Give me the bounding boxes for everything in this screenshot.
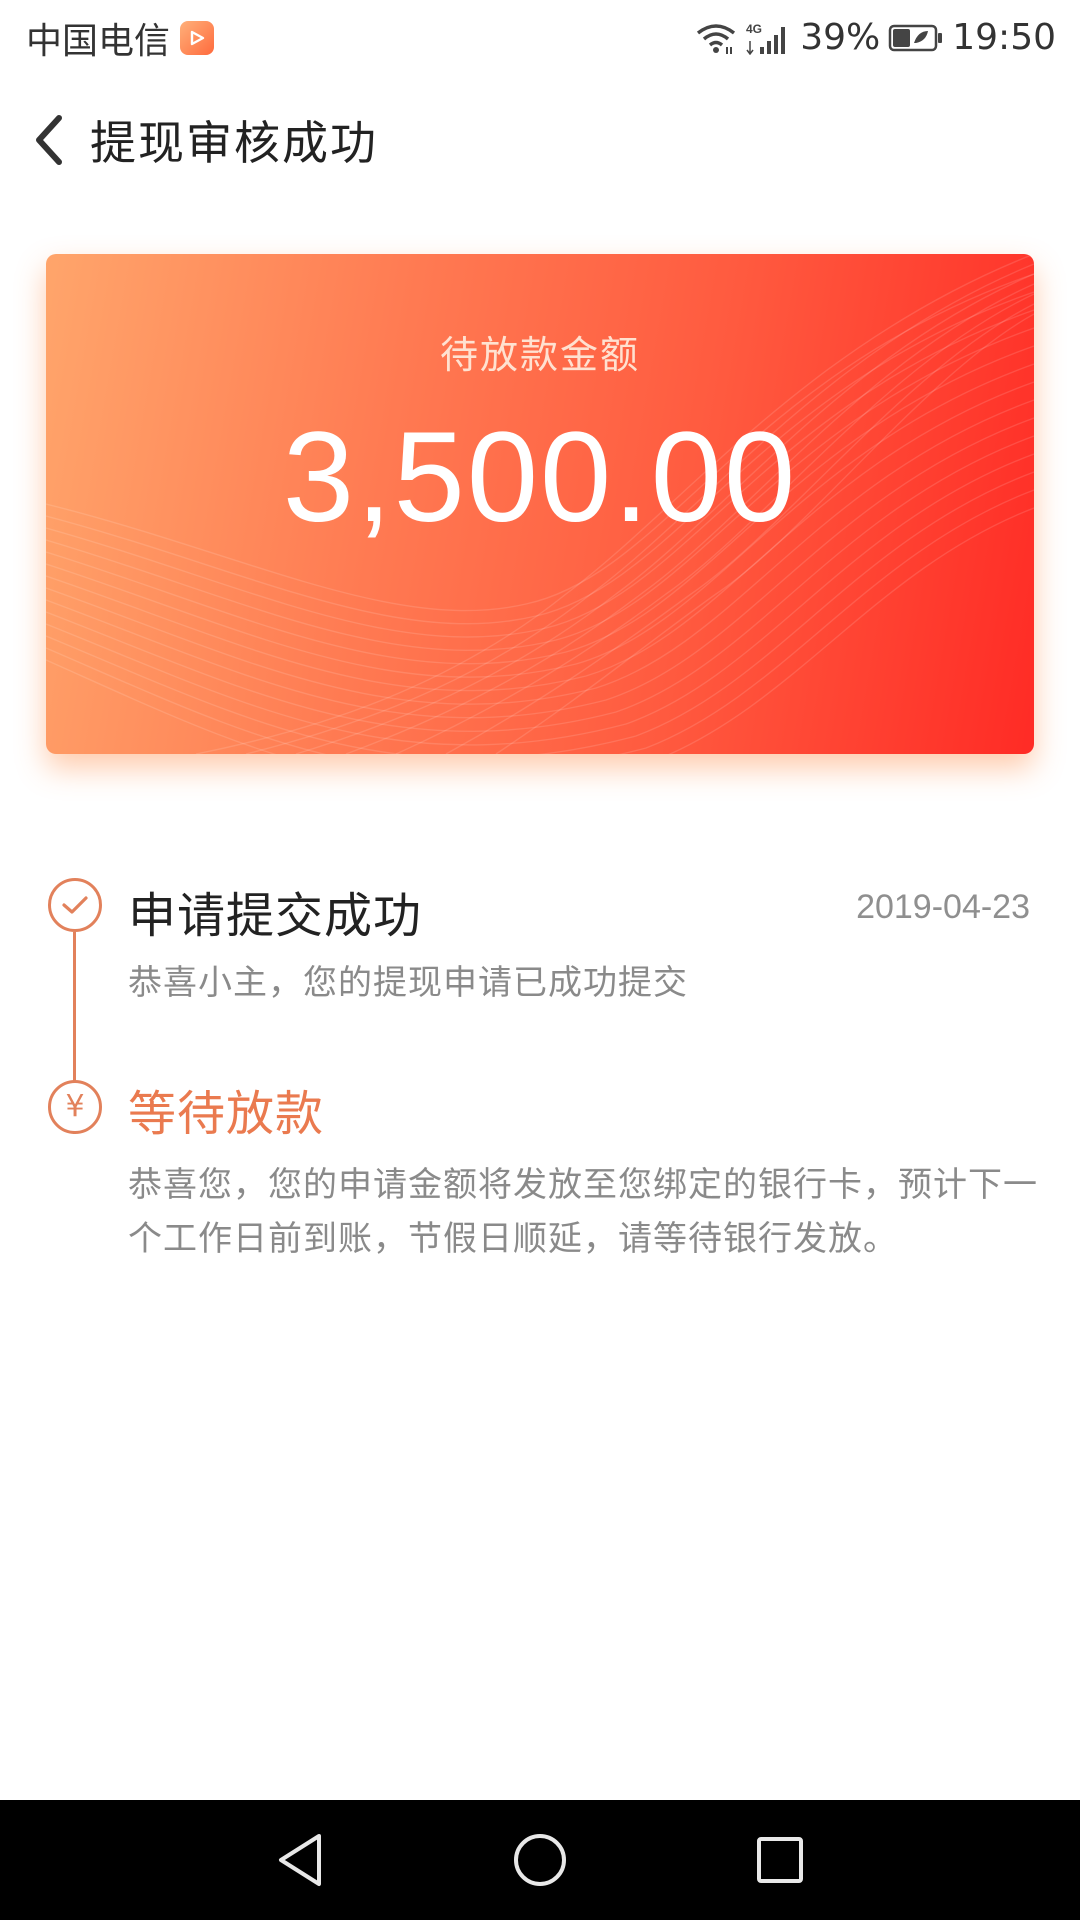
check-icon (48, 878, 102, 932)
signal-icon: 4G (746, 21, 792, 55)
step-awaiting-payout-title: 等待放款 (128, 1086, 325, 1142)
status-bar: 中国电信 4G 39% 19:50 (0, 0, 1080, 75)
carrier-name: 中国电信 (26, 20, 171, 62)
nav-home-button[interactable] (510, 1830, 570, 1890)
progress-timeline: 申请提交成功 2019-04-23 恭喜小主，您的提现申请已成功提交 ¥ 等待放… (0, 870, 1080, 1270)
triangle-back-icon (279, 1834, 321, 1886)
battery-percent: 39% (800, 17, 881, 58)
yen-icon: ¥ (48, 1080, 102, 1134)
step-submitted-title: 申请提交成功 (128, 888, 423, 944)
header: 提现审核成功 (0, 90, 1080, 190)
system-navigation-bar (0, 1800, 1080, 1920)
battery-icon (888, 23, 944, 53)
video-app-icon (180, 20, 215, 55)
step-submitted-description: 恭喜小主，您的提现申请已成功提交 (128, 963, 688, 1003)
pending-amount-label: 待放款金额 (439, 333, 640, 377)
status-right: 4G 39% 19:50 (694, 17, 1056, 58)
amount-card: 待放款金额 3,500.00 (46, 254, 1034, 754)
back-button[interactable] (4, 90, 94, 190)
chevron-left-icon (36, 115, 62, 165)
nav-back-button[interactable] (270, 1830, 330, 1890)
status-left: 中国电信 (26, 12, 215, 64)
clock: 19:50 (952, 17, 1056, 58)
pending-amount-value: 3,500.00 (282, 406, 798, 549)
step-submitted-date: 2019-04-23 (856, 888, 1030, 926)
square-recents-icon (757, 1837, 803, 1883)
page-title: 提现审核成功 (90, 116, 378, 170)
step-awaiting-payout-description: 恭喜您，您的申请金额将发放至您绑定的银行卡，预计下一个工作日前到账，节假日顺延，… (128, 1165, 1038, 1259)
svg-text:4G: 4G (746, 22, 762, 36)
circle-home-icon (514, 1834, 566, 1886)
wifi-icon (694, 21, 738, 55)
nav-recents-button[interactable] (750, 1830, 810, 1890)
